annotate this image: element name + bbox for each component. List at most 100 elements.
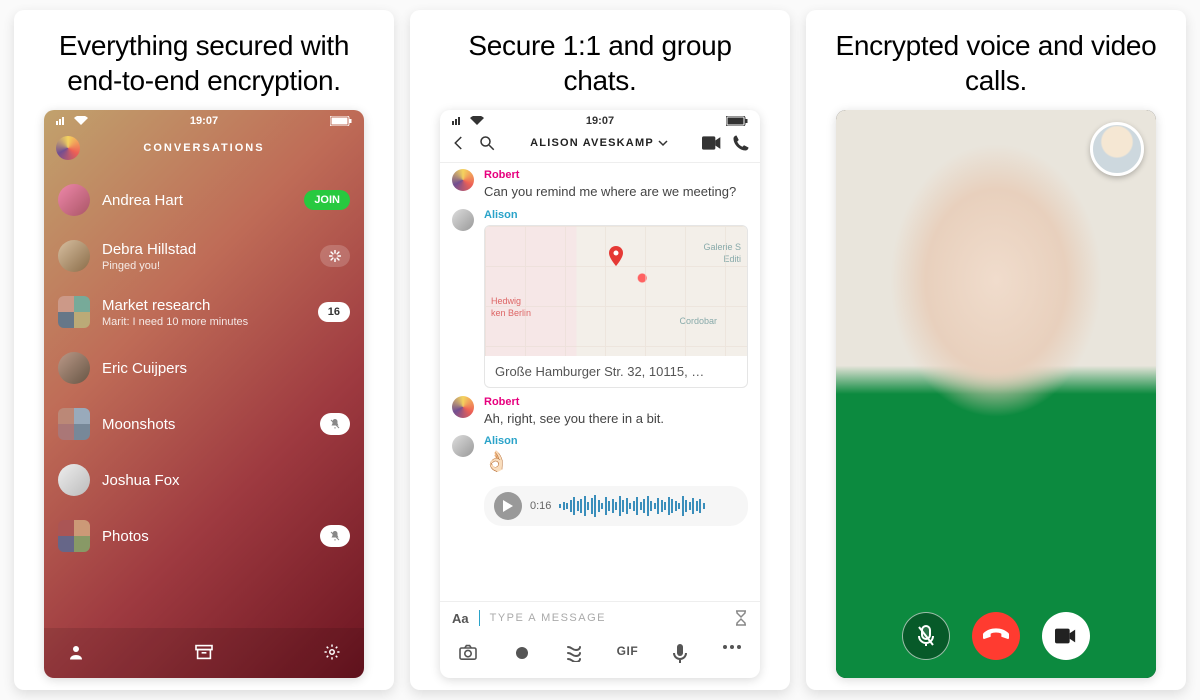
- message-row: Robert Ah, right, see you there in a bit…: [452, 396, 748, 428]
- text-format-button[interactable]: Aa: [452, 611, 469, 626]
- self-avatar[interactable]: [56, 136, 80, 160]
- conversation-row[interactable]: Moonshots: [44, 396, 364, 452]
- file-icon[interactable]: [566, 644, 582, 664]
- conversation-row[interactable]: Eric Cuijpers: [44, 340, 364, 396]
- sketch-icon[interactable]: [513, 644, 531, 664]
- emoji-message: 👌🏻: [484, 449, 748, 474]
- conversation-name: Photos: [102, 528, 308, 545]
- map-address: Große Hamburger Str. 32, 10115, …: [485, 356, 747, 387]
- conversation-subtitle: Pinged you!: [102, 260, 308, 272]
- message-list[interactable]: Robert Can you remind me where are we me…: [440, 163, 760, 601]
- audio-message[interactable]: 0:16: [484, 486, 748, 526]
- promo-panel-conversations: Everything secured with end-to-end encry…: [14, 10, 394, 690]
- battery-icon: [726, 116, 748, 126]
- signal-wifi-icon: [56, 116, 88, 126]
- avatar: [452, 169, 474, 191]
- conversation-row[interactable]: Debra Hillstad Pinged you!: [44, 228, 364, 284]
- attachment-toolbar: GIF: [440, 634, 760, 678]
- conversation-name: Moonshots: [102, 416, 308, 433]
- more-icon[interactable]: [722, 644, 742, 664]
- archive-icon[interactable]: [194, 642, 214, 662]
- phone-screen-chat: 19:07 ALISON AVESKAMP: [440, 110, 760, 678]
- muted-icon: [320, 525, 350, 547]
- status-time: 19:07: [440, 115, 760, 127]
- avatar: [452, 209, 474, 231]
- avatar: [452, 435, 474, 457]
- video-call-remote-pip[interactable]: [1090, 122, 1144, 176]
- toggle-camera-button[interactable]: [1042, 612, 1090, 660]
- phone-screen-video-call: [836, 110, 1156, 678]
- sender-name: Alison: [484, 435, 748, 447]
- audio-record-icon[interactable]: [673, 644, 687, 664]
- location-attachment[interactable]: Hedwig ken Berlin Galerie S Editi Cordob…: [484, 225, 748, 388]
- contact-name-dropdown[interactable]: ALISON AVESKAMP: [530, 137, 668, 149]
- back-icon[interactable]: [450, 134, 468, 152]
- message-text: Ah, right, see you there in a bit.: [484, 410, 748, 428]
- message-input-row: Aa TYPE A MESSAGE: [440, 601, 760, 634]
- message-text: Can you remind me where are we meeting?: [484, 183, 748, 201]
- conversation-name: Debra Hillstad: [102, 241, 308, 258]
- battery-icon: [330, 116, 352, 126]
- message-input[interactable]: TYPE A MESSAGE: [490, 612, 724, 624]
- conversation-list[interactable]: Andrea Hart JOIN Debra Hillstad Pinged y…: [44, 172, 364, 628]
- sender-name: Alison: [484, 209, 748, 221]
- ephemeral-timer-icon[interactable]: [734, 610, 748, 626]
- call-controls: [836, 612, 1156, 660]
- chat-header: ALISON AVESKAMP: [440, 128, 760, 163]
- sender-name: Robert: [484, 169, 748, 181]
- contacts-icon[interactable]: [66, 642, 86, 662]
- chevron-down-icon: [658, 138, 668, 148]
- status-time: 19:07: [44, 115, 364, 127]
- conversations-title: CONVERSATIONS: [80, 142, 328, 154]
- search-icon[interactable]: [478, 134, 496, 152]
- sender-name: Robert: [484, 396, 748, 408]
- ping-spinner-icon: [320, 245, 350, 267]
- video-call-icon[interactable]: [702, 136, 722, 150]
- mute-button[interactable]: [902, 612, 950, 660]
- group-avatar: [58, 296, 90, 328]
- map-preview: Hedwig ken Berlin Galerie S Editi Cordob…: [485, 226, 747, 356]
- group-avatar: [58, 408, 90, 440]
- phone-screen-conversations: 19:07 CONVERSATIONS Andrea Hart JOIN: [44, 110, 364, 678]
- conversation-row[interactable]: Andrea Hart JOIN: [44, 172, 364, 228]
- caption-1: Everything secured with end-to-end encry…: [14, 10, 394, 110]
- message-row: Alison 👌🏻: [452, 435, 748, 474]
- status-bar: 19:07: [440, 110, 760, 128]
- avatar: [452, 396, 474, 418]
- conversation-name: Joshua Fox: [102, 472, 350, 489]
- gif-button[interactable]: GIF: [617, 644, 639, 664]
- voice-call-icon[interactable]: [732, 134, 750, 152]
- camera-icon[interactable]: [458, 644, 478, 664]
- unread-count-badge: 16: [318, 302, 350, 322]
- avatar: [58, 352, 90, 384]
- avatar: [58, 184, 90, 216]
- promo-panel-chat: Secure 1:1 and group chats. 19:07: [410, 10, 790, 690]
- settings-gear-icon[interactable]: [322, 642, 342, 662]
- avatar: [58, 464, 90, 496]
- conversation-name: Andrea Hart: [102, 192, 292, 209]
- conversation-row[interactable]: Photos: [44, 508, 364, 564]
- bottom-nav: [44, 628, 364, 678]
- waveform-icon: [559, 495, 738, 517]
- hangup-button[interactable]: [972, 612, 1020, 660]
- promo-panel-call: Encrypted voice and video calls.: [806, 10, 1186, 690]
- group-avatar: [58, 520, 90, 552]
- play-button-icon[interactable]: [494, 492, 522, 520]
- conversation-name: Market research: [102, 297, 306, 314]
- conversation-name: Eric Cuijpers: [102, 360, 350, 377]
- conversation-row[interactable]: Market research Marit: I need 10 more mi…: [44, 284, 364, 340]
- caption-3: Encrypted voice and video calls.: [806, 10, 1186, 110]
- status-bar: 19:07: [44, 110, 364, 128]
- muted-icon: [320, 413, 350, 435]
- signal-wifi-icon: [452, 116, 484, 126]
- audio-duration: 0:16: [530, 500, 551, 512]
- message-row: Robert Can you remind me where are we me…: [452, 169, 748, 201]
- map-pin-icon: [607, 246, 625, 270]
- conversation-subtitle: Marit: I need 10 more minutes: [102, 316, 306, 328]
- avatar: [58, 240, 90, 272]
- conversation-row[interactable]: Joshua Fox: [44, 452, 364, 508]
- caption-2: Secure 1:1 and group chats.: [410, 10, 790, 110]
- message-row: Alison Hedwig ken Berlin Galerie S Editi…: [452, 209, 748, 388]
- join-button[interactable]: JOIN: [304, 190, 350, 210]
- video-call-main-feed: [836, 110, 1156, 678]
